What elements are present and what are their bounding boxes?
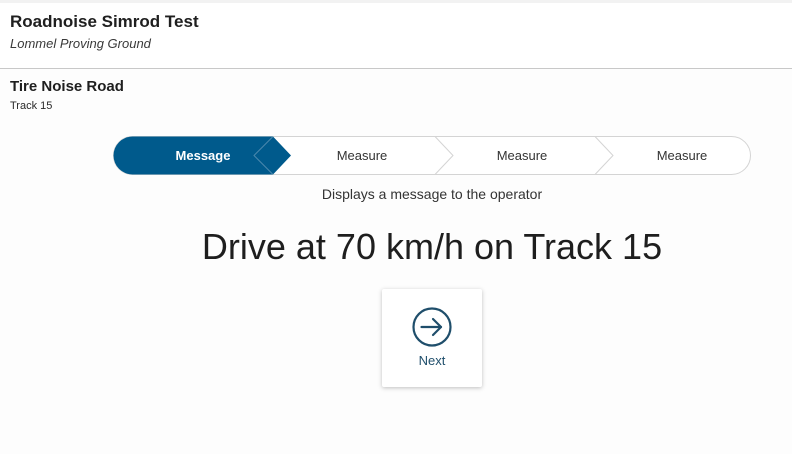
step-measure-2: Measure: [496, 148, 548, 163]
arrow-right-circle-icon: [412, 307, 452, 347]
step-description: Displays a message to the operator: [321, 186, 543, 202]
next-button-label: Next: [418, 353, 446, 368]
app-header: Roadnoise Simrod Test Lommel Proving Gro…: [0, 3, 792, 69]
step-progress-bar: Message Measure Measure Measure: [113, 136, 751, 175]
section-title: Tire Noise Road: [10, 78, 124, 95]
app-title: Roadnoise Simrod Test: [10, 12, 199, 31]
operator-message: Drive at 70 km/h on Track 15: [201, 226, 663, 267]
app-subtitle: Lommel Proving Ground: [10, 36, 151, 51]
step-message: Message: [175, 148, 231, 163]
next-button[interactable]: Next: [382, 289, 482, 387]
step-measure-1: Measure: [336, 148, 388, 163]
section-subtitle: Track 15: [10, 100, 53, 112]
step-measure-3: Measure: [656, 148, 708, 163]
